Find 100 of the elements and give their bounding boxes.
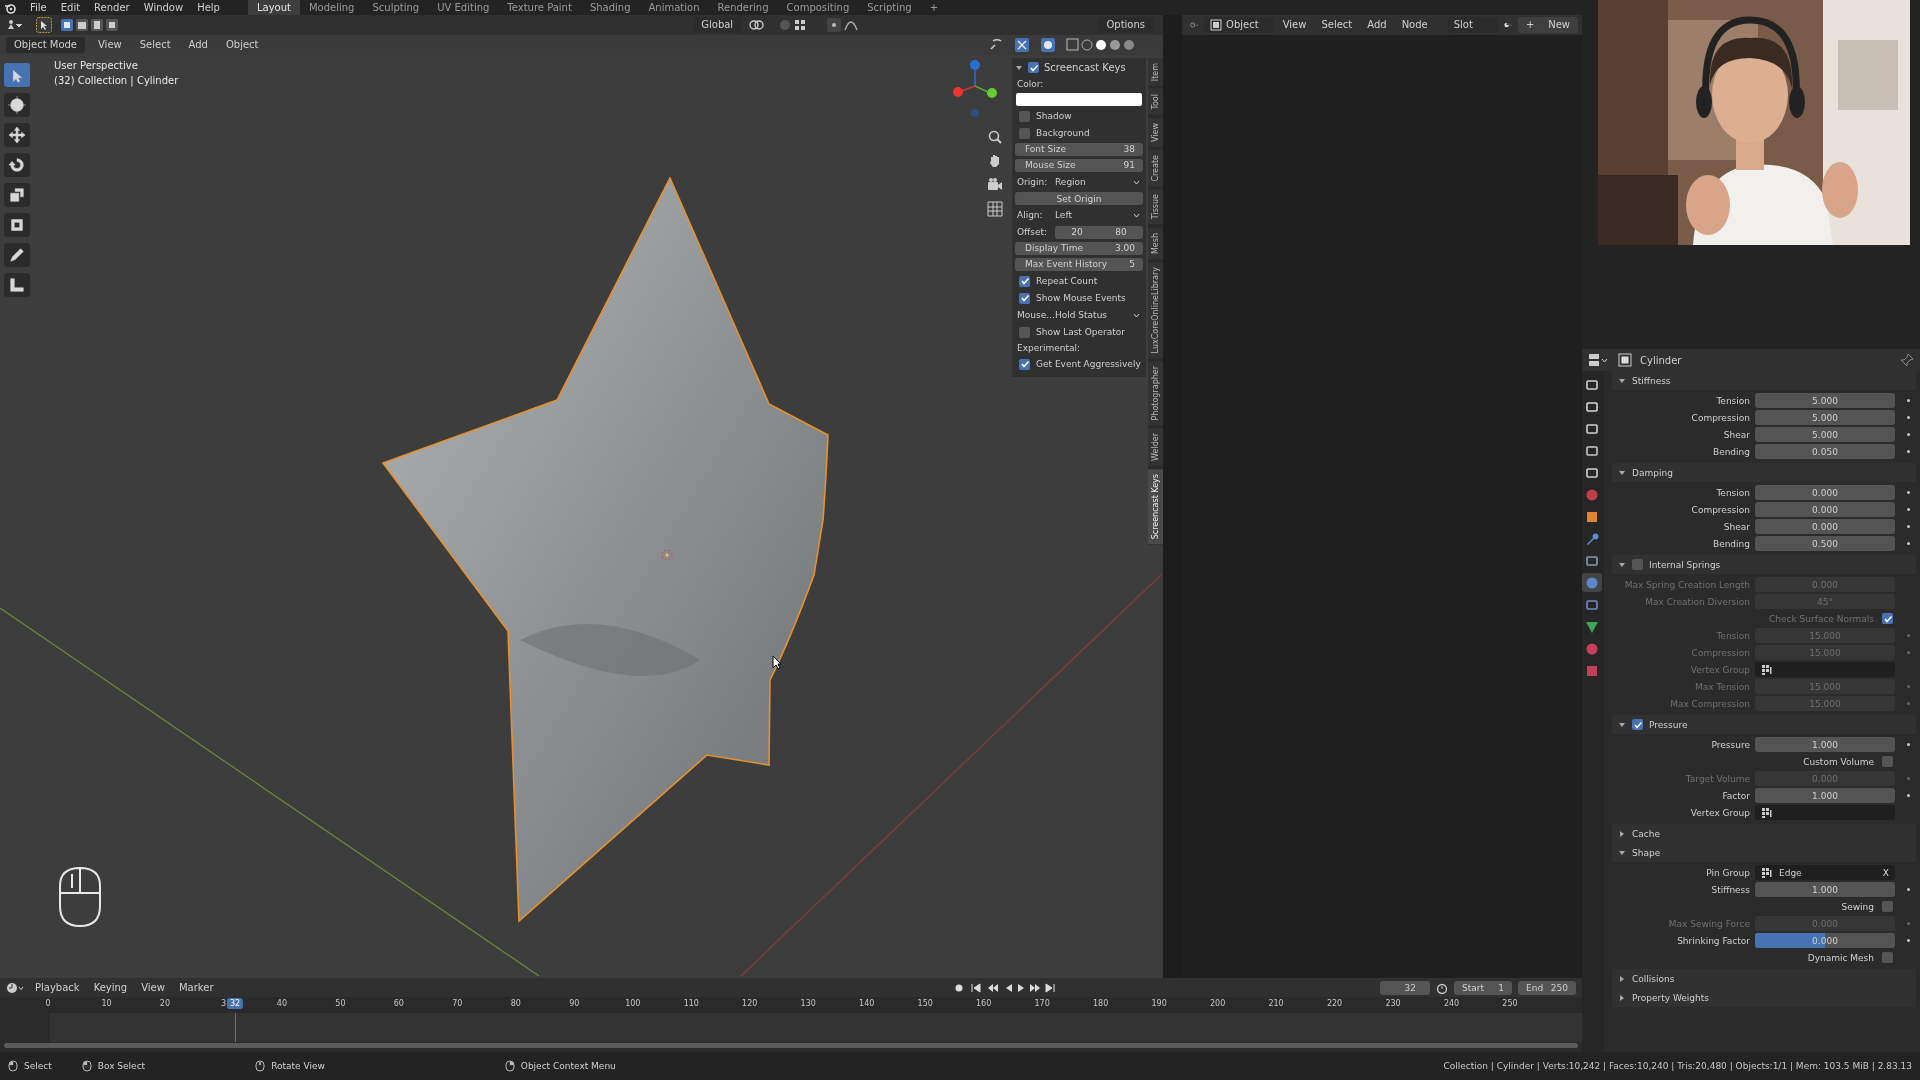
keyframe-dot[interactable] [1906, 939, 1910, 942]
keyframe-dot[interactable] [1906, 416, 1910, 419]
tool-button[interactable] [4, 243, 30, 267]
shader-type-dropdown[interactable]: Object [1204, 17, 1273, 33]
number-field[interactable]: 1.000 [1755, 737, 1895, 752]
sidebar-tab[interactable]: View [1148, 117, 1163, 147]
axis-gizmo-icon[interactable] [953, 58, 997, 120]
menu-item[interactable]: Add [183, 38, 213, 52]
zoom-icon[interactable] [987, 129, 1003, 145]
checkbox[interactable] [1882, 756, 1893, 767]
number-field[interactable]: 20 [1055, 225, 1099, 239]
menu-item[interactable]: Window [137, 1, 190, 14]
keyframe-dot[interactable] [1906, 433, 1910, 436]
expand-arrow-icon[interactable] [1618, 468, 1626, 477]
sidebar-tab[interactable]: Tissue [1148, 189, 1163, 225]
sidebar-tab[interactable]: Create [1148, 149, 1163, 187]
current-frame-field[interactable]: 32 [1380, 980, 1430, 995]
workspace-tab[interactable]: Sculpting [363, 0, 429, 15]
workspace-tab[interactable]: Animation [639, 0, 709, 15]
panel-header[interactable]: Shape [1612, 843, 1916, 862]
checkbox[interactable] [1882, 952, 1893, 963]
checkbox[interactable] [1019, 292, 1030, 304]
collapse-arrow-icon[interactable] [1015, 63, 1023, 72]
keyframe-dot[interactable] [1906, 399, 1910, 402]
workspace-tab[interactable]: Texture Paint [498, 0, 581, 15]
checkbox[interactable] [1019, 326, 1030, 338]
sidebar-tab[interactable]: Screencast Keys [1148, 469, 1163, 545]
properties-tab[interactable] [1582, 573, 1602, 592]
playhead-marker[interactable]: 32 [227, 998, 244, 1009]
expand-arrow-icon[interactable] [1618, 993, 1626, 1002]
keyframe-dot[interactable] [1906, 794, 1910, 797]
workspace-tab[interactable]: Shading [580, 0, 640, 15]
number-field[interactable]: 0.000 [1755, 485, 1895, 500]
clock-icon[interactable] [6, 981, 26, 994]
workspace-tab[interactable]: UV Editing [428, 0, 499, 15]
tool-button[interactable] [4, 123, 30, 147]
stopwatch-icon[interactable] [1436, 981, 1448, 994]
number-field[interactable]: 0.050 [1755, 444, 1895, 459]
menu-item[interactable]: Object [220, 38, 264, 52]
panel-header[interactable]: Damping [1612, 463, 1916, 482]
number-field[interactable]: Display Time 3.00 [1015, 242, 1143, 255]
menu-item[interactable]: Node [1396, 18, 1433, 32]
checkbox[interactable] [1019, 127, 1030, 139]
mode-dropdown[interactable]: Object Mode [6, 37, 85, 53]
blender-logo-icon[interactable] [4, 1, 16, 14]
number-field[interactable]: Font Size 38 [1015, 143, 1143, 156]
menu-item[interactable]: Keying [88, 980, 133, 995]
checkbox[interactable] [1019, 275, 1030, 287]
tool-button[interactable] [4, 273, 30, 297]
menu-item[interactable]: View [93, 38, 127, 52]
workspace-tab[interactable]: Compositing [777, 0, 859, 15]
menu-item[interactable]: Playback [30, 980, 85, 995]
number-field[interactable]: 0.500 [1755, 536, 1895, 551]
sidebar-tab[interactable]: Tool [1148, 89, 1163, 115]
dropdown[interactable]: Hold Status [1055, 310, 1129, 320]
number-field[interactable]: 0.000 [1755, 519, 1895, 534]
menu-item[interactable]: View [136, 980, 170, 995]
dropdown[interactable]: Left [1055, 210, 1129, 220]
menu-item[interactable]: Add [1362, 18, 1392, 32]
panel-header[interactable]: Stiffness [1612, 371, 1916, 390]
start-frame-field[interactable]: Start 1 [1454, 980, 1512, 995]
number-field[interactable]: 1.000 [1755, 788, 1895, 803]
number-field[interactable]: 5.000 [1755, 410, 1895, 425]
menu-item[interactable]: Select [1316, 18, 1358, 32]
scrollbar[interactable] [4, 1043, 1578, 1048]
workspace-tab[interactable]: Rendering [708, 0, 778, 15]
tool-button[interactable] [4, 153, 30, 177]
number-field[interactable]: 5.000 [1755, 427, 1895, 442]
checkbox[interactable] [1019, 358, 1030, 370]
dropdown[interactable]: Region [1055, 177, 1129, 187]
select-tool-icon[interactable] [36, 17, 52, 33]
keyframe-dot[interactable] [1906, 743, 1910, 746]
number-field[interactable]: 5.000 [1755, 393, 1895, 408]
number-field[interactable]: Max Event History 5 [1015, 258, 1143, 271]
keyframe-dot[interactable] [1906, 525, 1910, 528]
color-swatch[interactable] [1016, 93, 1142, 106]
workspace-tab[interactable]: Modeling [299, 0, 364, 15]
keyframe-dot[interactable] [1906, 888, 1910, 891]
pin-icon[interactable] [1900, 353, 1914, 367]
sidebar-tab[interactable]: Mesh [1148, 227, 1163, 259]
expand-arrow-icon[interactable] [1618, 720, 1626, 729]
panel-header[interactable]: Pressure [1612, 715, 1916, 734]
sidebar-tab[interactable]: Photographer [1148, 361, 1163, 426]
keyframe-dot[interactable] [1906, 450, 1910, 453]
keyframe-dot[interactable] [1906, 542, 1910, 545]
expand-arrow-icon[interactable] [1618, 829, 1626, 838]
vertex-group-field[interactable] [1755, 805, 1895, 820]
options-dropdown[interactable]: Options [1098, 17, 1153, 33]
set-origin-button[interactable]: Set Origin [1015, 192, 1143, 205]
add-workspace-button[interactable]: + [920, 0, 948, 15]
tool-button[interactable] [4, 93, 30, 117]
editor-type-icon[interactable] [1588, 353, 1610, 367]
slot-dropdown[interactable]: Slot [1447, 17, 1499, 33]
checkbox[interactable] [1019, 110, 1030, 122]
sidebar-tab[interactable]: LuxCoreOnlineLibrary [1148, 261, 1163, 359]
workspace-tab[interactable]: Layout [247, 0, 300, 15]
sidebar-tab[interactable]: Welder [1148, 428, 1163, 467]
end-frame-field[interactable]: End 250 [1518, 980, 1576, 995]
menu-item[interactable]: File [24, 1, 53, 14]
number-field[interactable]: 1.000 [1755, 882, 1895, 897]
